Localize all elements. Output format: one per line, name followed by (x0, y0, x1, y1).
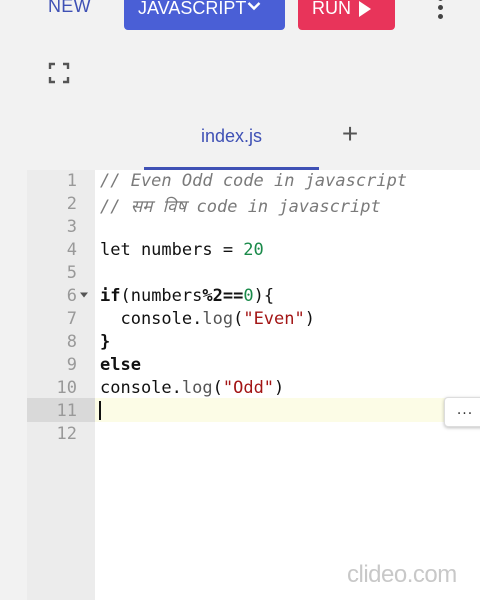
line-number: 3 (66, 217, 77, 237)
code-text: console. (100, 378, 182, 398)
line-number: 6 (66, 286, 77, 306)
more-vertical-icon[interactable] (432, 0, 448, 22)
code-text: let numbers = (100, 240, 244, 260)
top-toolbar: NEW JAVASCRIPT RUN (0, 0, 480, 44)
more-actions-button[interactable]: ... (444, 397, 480, 427)
code-text: ){ (253, 286, 275, 306)
line-number: 9 (66, 355, 77, 375)
add-file-button[interactable]: + (338, 120, 362, 148)
code-text: ( (233, 309, 244, 329)
function-name: log (181, 378, 213, 398)
string-literal: "Even" (243, 309, 305, 329)
language-label: JAVASCRIPT (138, 0, 247, 18)
play-icon (359, 1, 371, 17)
code-line-10: console.log("Odd") (100, 378, 284, 398)
line-number: 2 (66, 194, 77, 214)
file-tabs: index.js + (0, 110, 480, 170)
code-line-4: let numbers = 20 (100, 240, 264, 260)
run-label: RUN (312, 0, 351, 18)
keyword: if (100, 286, 121, 306)
tab-label: index.js (200, 126, 263, 146)
keyword: else (100, 355, 141, 375)
line-number: 8 (66, 332, 77, 352)
line-number: 12 (56, 424, 77, 444)
operator: %2== (202, 286, 244, 306)
comment: // सम विष code in javascript (100, 197, 381, 217)
code-line-8: } (100, 332, 110, 352)
line-number: 11 (56, 401, 77, 421)
code-text: } (100, 332, 111, 352)
fullscreen-icon[interactable] (48, 62, 70, 84)
text-cursor (99, 401, 101, 420)
line-number: 7 (66, 309, 77, 329)
code-line-2: // सम विष code in javascript (100, 194, 381, 217)
code-line-9: else (100, 355, 141, 375)
function-name: log (202, 309, 234, 329)
code-line-6: if(numbers%2==0){ (100, 286, 274, 306)
tab-index-js[interactable]: index.js (144, 124, 319, 170)
comment: // Even Odd code in javascript (100, 171, 408, 191)
code-text: ) (274, 378, 285, 398)
string-literal: "Odd" (222, 378, 275, 398)
run-button[interactable]: RUN (298, 0, 395, 30)
line-number: 10 (56, 378, 77, 398)
code-text: (numbers (120, 286, 203, 306)
watermark: clideo.com (347, 561, 457, 588)
line-number: 5 (66, 263, 77, 283)
number-literal: 20 (243, 240, 264, 260)
number-literal: 0 (243, 286, 254, 306)
code-line-1: // Even Odd code in javascript (100, 171, 407, 191)
line-number: 1 (66, 171, 77, 191)
code-text: ( (212, 378, 223, 398)
code-text: console. (100, 309, 203, 329)
new-button[interactable]: NEW (48, 0, 91, 17)
language-select-button[interactable]: JAVASCRIPT (124, 0, 285, 30)
code-editor[interactable]: 1 2 3 4 5 6 7 8 9 10 11 12 // Even Odd c… (27, 170, 480, 600)
line-number: 4 (66, 240, 77, 260)
code-line-7: console.log("Even") (100, 309, 315, 329)
fold-arrow-icon[interactable] (79, 291, 89, 299)
chevron-down-icon (247, 2, 261, 11)
code-text: ) (304, 309, 315, 329)
